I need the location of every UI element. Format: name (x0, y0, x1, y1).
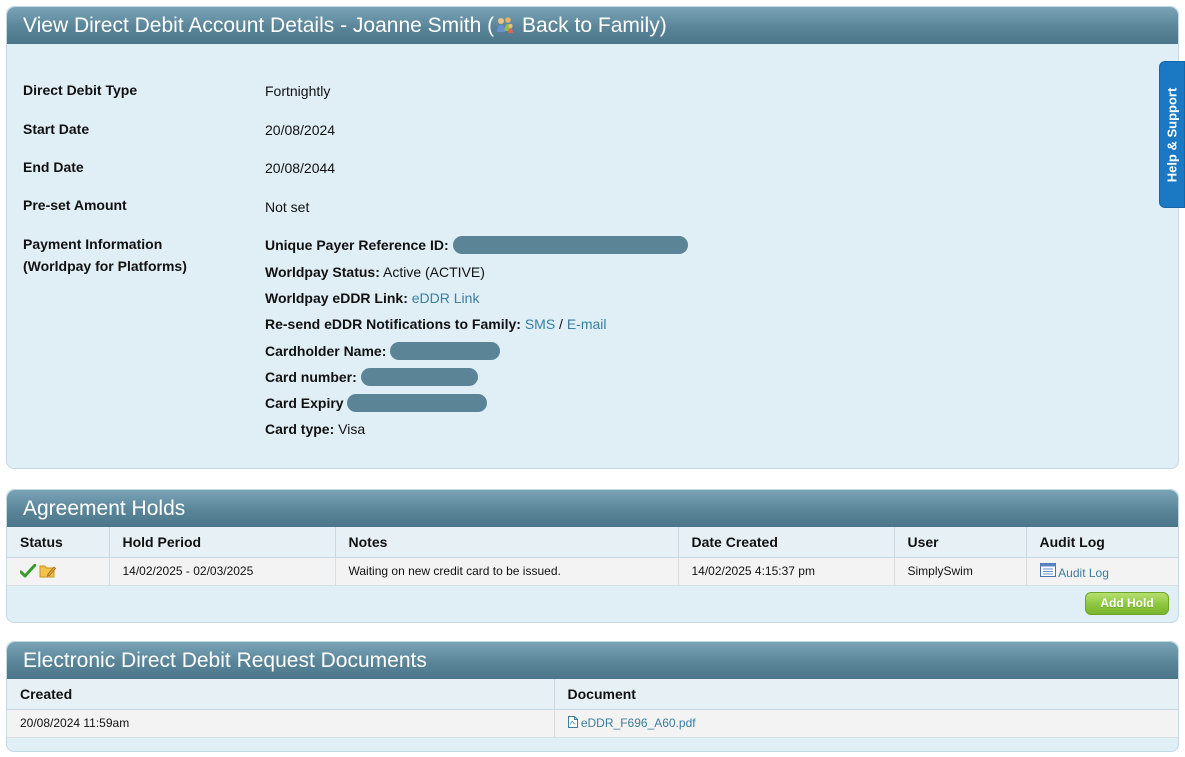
holds-table: Status Hold Period Notes Date Created Us… (7, 527, 1178, 586)
cardholder-row: Cardholder Name: (265, 340, 501, 362)
card-number-label: Card number: (265, 369, 357, 385)
start-date-label: Start Date (23, 121, 90, 137)
audit-log-link[interactable]: Audit Log (1058, 566, 1109, 580)
direct-debit-type-label: Direct Debit Type (23, 82, 138, 98)
payment-info-sublabel: (Worldpay for Platforms) (23, 258, 187, 274)
family-icon (497, 17, 514, 33)
worldpay-status-value: Active (ACTIVE) (383, 264, 485, 280)
add-hold-button[interactable]: Add Hold (1085, 592, 1169, 615)
eddr-documents-panel: Electronic Direct Debit Request Document… (6, 641, 1179, 752)
resend-label: Re-send eDDR Notifications to Family: (265, 316, 521, 332)
end-date-label: End Date (23, 159, 84, 175)
email-link[interactable]: E-mail (567, 316, 607, 332)
sms-link[interactable]: SMS (525, 316, 555, 332)
redacted-card-number (360, 368, 478, 386)
preset-amount-label: Pre-set Amount (23, 197, 127, 213)
eddr-link-row: Worldpay eDDR Link: eDDR Link (265, 287, 479, 309)
col-user: User (894, 527, 1027, 558)
check-icon (19, 563, 37, 578)
hold-period-cell: 14/02/2025 - 02/03/2025 (109, 557, 336, 586)
holds-title: Agreement Holds (7, 490, 1178, 527)
resend-row: Re-send eDDR Notifications to Family: SM… (265, 313, 607, 335)
col-audit-log: Audit Log (1026, 527, 1178, 558)
doc-file-cell: eDDR_F696_A60.pdf (554, 709, 1178, 738)
cardholder-label: Cardholder Name: (265, 343, 387, 359)
audit-log-cell: Audit Log (1026, 557, 1178, 586)
col-hold-period: Hold Period (109, 527, 336, 558)
card-type-value: Visa (338, 421, 366, 437)
redacted-cardholder (390, 342, 501, 360)
card-expiry-row: Card Expiry (265, 392, 488, 414)
payment-info-label: Payment Information (23, 236, 163, 252)
docs-header-row: Created Document (7, 679, 1178, 710)
col-created: Created (7, 679, 555, 710)
pdf-file-icon (567, 716, 578, 728)
col-status: Status (7, 527, 110, 558)
title-text: View Direct Debit Account Details - Joan… (23, 14, 495, 37)
edit-folder-icon[interactable] (39, 563, 57, 578)
col-document: Document (554, 679, 1178, 710)
audit-log-icon[interactable] (1039, 562, 1056, 577)
notes-cell: Waiting on new credit card to be issued. (335, 557, 679, 586)
pdf-document-link[interactable]: eDDR_F696_A60.pdf (581, 716, 696, 730)
link-separator: / (559, 316, 563, 332)
col-date-created: Date Created (678, 527, 895, 558)
worldpay-status-row: Worldpay Status: Active (ACTIVE) (265, 261, 485, 283)
card-expiry-label: Card Expiry (265, 395, 344, 411)
back-to-family-link[interactable]: Back to Family (522, 14, 660, 37)
eddr-link-label: Worldpay eDDR Link: (265, 290, 408, 306)
card-number-row: Card number: (265, 366, 478, 388)
card-type-row: Card type: Visa (265, 418, 365, 440)
table-row: 20/08/2024 11:59am eDDR_F696_A60.pdf (7, 709, 1178, 738)
direct-debit-type-value: Fortnightly (265, 83, 331, 99)
help-support-label: Help & Support (1164, 87, 1180, 182)
start-date-value: 20/08/2024 (265, 122, 336, 138)
redacted-card-expiry (347, 394, 488, 412)
doc-created-cell: 20/08/2024 11:59am (7, 709, 555, 738)
upr-label: Unique Payer Reference ID: (265, 237, 449, 253)
upr-row: Unique Payer Reference ID: (265, 234, 688, 256)
account-details-panel: View Direct Debit Account Details - Joan… (6, 6, 1179, 469)
title-suffix: ) (659, 14, 667, 37)
page-title: View Direct Debit Account Details - Joan… (7, 7, 1178, 44)
docs-table: Created Document 20/08/2024 11:59am eDDR… (7, 679, 1178, 738)
card-type-label: Card type: (265, 421, 335, 437)
agreement-holds-panel: Agreement Holds Status Hold Period Notes… (6, 489, 1179, 623)
preset-amount-value: Not set (265, 199, 310, 215)
table-row: 14/02/2025 - 02/03/2025 Waiting on new c… (7, 557, 1178, 586)
docs-title: Electronic Direct Debit Request Document… (7, 642, 1178, 679)
help-support-tab[interactable]: Help & Support (1159, 61, 1185, 208)
end-date-value: 20/08/2044 (265, 160, 336, 176)
date-created-cell: 14/02/2025 4:15:37 pm (678, 557, 895, 586)
worldpay-status-label: Worldpay Status: (265, 264, 380, 280)
status-cell (7, 557, 110, 586)
eddr-link[interactable]: eDDR Link (412, 290, 480, 306)
col-notes: Notes (335, 527, 679, 558)
redacted-upr (452, 236, 688, 254)
user-cell: SimplySwim (894, 557, 1027, 586)
holds-header-row: Status Hold Period Notes Date Created Us… (7, 527, 1178, 558)
